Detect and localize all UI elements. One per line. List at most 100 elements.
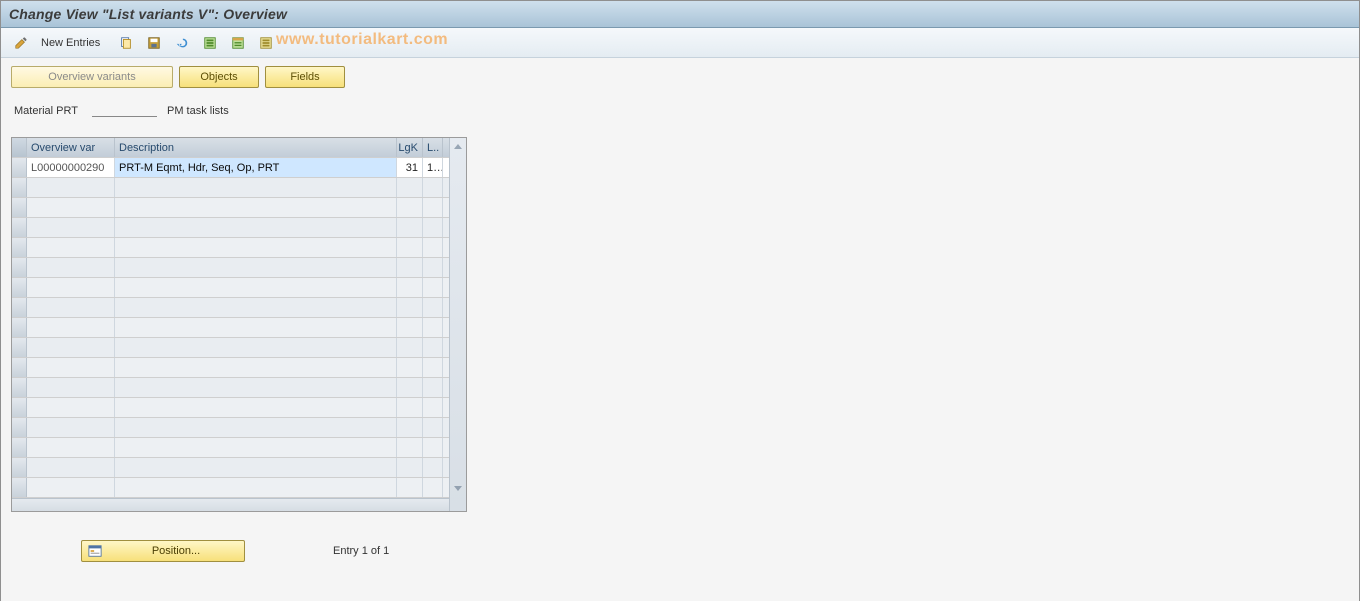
cell-lgk[interactable]: [397, 358, 423, 377]
cell-description[interactable]: [115, 398, 397, 417]
new-entries-button[interactable]: New Entries: [37, 33, 106, 53]
cell-lgk[interactable]: [397, 458, 423, 477]
cell-overview-var[interactable]: [27, 318, 115, 337]
table-row-empty[interactable]: [12, 298, 449, 318]
cell-description[interactable]: [115, 438, 397, 457]
cell-overview-var[interactable]: [27, 258, 115, 277]
select-block-button[interactable]: [226, 32, 250, 54]
cell-lgk[interactable]: [397, 438, 423, 457]
row-selector[interactable]: [12, 418, 27, 437]
column-lgk[interactable]: LgK: [397, 138, 423, 157]
table-row-empty[interactable]: [12, 358, 449, 378]
table-row-empty[interactable]: [12, 378, 449, 398]
cell-description[interactable]: [115, 218, 397, 237]
row-selector[interactable]: [12, 458, 27, 477]
table-row-empty[interactable]: [12, 458, 449, 478]
row-selector[interactable]: [12, 258, 27, 277]
cell-description[interactable]: [115, 198, 397, 217]
cell-overview-var[interactable]: [27, 298, 115, 317]
cell-description[interactable]: [115, 238, 397, 257]
cell-l[interactable]: [423, 198, 443, 217]
cell-lgk[interactable]: [397, 198, 423, 217]
table-row-empty[interactable]: [12, 418, 449, 438]
cell-overview-var[interactable]: [27, 358, 115, 377]
column-l[interactable]: L..: [423, 138, 443, 157]
cell-description[interactable]: [115, 478, 397, 497]
row-selector[interactable]: [12, 158, 27, 177]
cell-overview-var[interactable]: [27, 198, 115, 217]
cell-l[interactable]: [423, 258, 443, 277]
table-row-empty[interactable]: [12, 318, 449, 338]
cell-lgk[interactable]: [397, 398, 423, 417]
cell-l[interactable]: [423, 178, 443, 197]
cell-overview-var[interactable]: L00000000290: [27, 158, 115, 177]
column-selector[interactable]: [12, 138, 27, 157]
cell-description[interactable]: [115, 318, 397, 337]
table-row-empty[interactable]: [12, 238, 449, 258]
row-selector[interactable]: [12, 278, 27, 297]
cell-description[interactable]: [115, 338, 397, 357]
cell-overview-var[interactable]: [27, 338, 115, 357]
cell-overview-var[interactable]: [27, 398, 115, 417]
cell-l[interactable]: 1…: [423, 158, 443, 177]
cell-lgk[interactable]: [397, 278, 423, 297]
table-row-empty[interactable]: [12, 398, 449, 418]
cell-overview-var[interactable]: [27, 438, 115, 457]
table-row-empty[interactable]: [12, 278, 449, 298]
cell-l[interactable]: [423, 398, 443, 417]
cell-lgk[interactable]: 31: [397, 158, 423, 177]
copy-as-button[interactable]: [114, 32, 138, 54]
cell-description[interactable]: [115, 278, 397, 297]
undo-button[interactable]: [170, 32, 194, 54]
column-overview-var[interactable]: Overview var: [27, 138, 115, 157]
cell-l[interactable]: [423, 278, 443, 297]
row-selector[interactable]: [12, 338, 27, 357]
cell-l[interactable]: [423, 478, 443, 497]
cell-l[interactable]: [423, 358, 443, 377]
cell-description[interactable]: [115, 298, 397, 317]
cell-overview-var[interactable]: [27, 458, 115, 477]
position-button[interactable]: Position...: [81, 540, 245, 562]
deselect-all-button[interactable]: [254, 32, 278, 54]
cell-description[interactable]: PRT-M Eqmt, Hdr, Seq, Op, PRT: [115, 158, 397, 177]
cell-lgk[interactable]: [397, 378, 423, 397]
row-selector[interactable]: [12, 358, 27, 377]
cell-l[interactable]: [423, 338, 443, 357]
cell-description[interactable]: [115, 458, 397, 477]
select-all-button[interactable]: [198, 32, 222, 54]
row-selector[interactable]: [12, 178, 27, 197]
table-row-empty[interactable]: [12, 198, 449, 218]
cell-overview-var[interactable]: [27, 238, 115, 257]
row-selector[interactable]: [12, 478, 27, 497]
row-selector[interactable]: [12, 438, 27, 457]
cell-lgk[interactable]: [397, 178, 423, 197]
tab-overview-variants[interactable]: Overview variants: [11, 66, 173, 88]
toggle-edit-button[interactable]: [9, 32, 33, 54]
cell-description[interactable]: [115, 358, 397, 377]
cell-overview-var[interactable]: [27, 418, 115, 437]
cell-overview-var[interactable]: [27, 478, 115, 497]
material-prt-field[interactable]: [92, 102, 157, 117]
cell-description[interactable]: [115, 258, 397, 277]
table-row-empty[interactable]: [12, 258, 449, 278]
cell-lgk[interactable]: [397, 238, 423, 257]
row-selector[interactable]: [12, 378, 27, 397]
table-row-empty[interactable]: [12, 338, 449, 358]
cell-lgk[interactable]: [397, 338, 423, 357]
table-row-empty[interactable]: [12, 438, 449, 458]
table-scrollbar[interactable]: [449, 138, 466, 511]
cell-l[interactable]: [423, 318, 443, 337]
cell-overview-var[interactable]: [27, 218, 115, 237]
cell-lgk[interactable]: [397, 418, 423, 437]
cell-l[interactable]: [423, 438, 443, 457]
cell-overview-var[interactable]: [27, 378, 115, 397]
cell-overview-var[interactable]: [27, 178, 115, 197]
tab-objects[interactable]: Objects: [179, 66, 259, 88]
delete-button[interactable]: [142, 32, 166, 54]
cell-l[interactable]: [423, 378, 443, 397]
cell-l[interactable]: [423, 458, 443, 477]
tab-fields[interactable]: Fields: [265, 66, 345, 88]
cell-description[interactable]: [115, 178, 397, 197]
cell-lgk[interactable]: [397, 318, 423, 337]
cell-lgk[interactable]: [397, 218, 423, 237]
